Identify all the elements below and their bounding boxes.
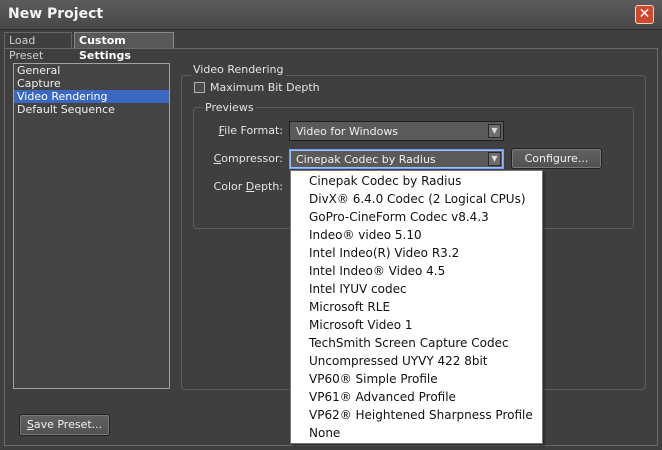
tab-load-preset[interactable]: Load Preset (4, 32, 72, 62)
sidebar-item-general[interactable]: General (14, 64, 169, 77)
compressor-value: Cinepak Codec by Radius (296, 153, 436, 166)
compressor-select[interactable]: Cinepak Codec by Radius ▼ (289, 149, 504, 169)
compressor-option[interactable]: Uncompressed UYVY 422 8bit (309, 352, 487, 370)
compressor-option[interactable]: VP60® Simple Profile (309, 370, 438, 388)
compressor-option[interactable]: Intel Indeo(R) Video R3.2 (309, 244, 459, 262)
compressor-option[interactable]: VP62® Heightened Sharpness Profile (309, 406, 533, 424)
sidebar-item-capture[interactable]: Capture (14, 77, 169, 90)
chevron-down-icon: ▼ (488, 124, 501, 138)
sidebar-item-video-rendering[interactable]: Video Rendering (14, 90, 169, 103)
compressor-option[interactable]: DivX® 6.4.0 Codec (2 Logical CPUs) (309, 190, 526, 208)
compressor-dropdown-list[interactable]: Cinepak Codec by Radius DivX® 6.4.0 Code… (290, 170, 543, 444)
color-depth-label: Color Depth: (213, 180, 283, 193)
chevron-down-icon: ▼ (488, 152, 501, 166)
compressor-option[interactable]: Cinepak Codec by Radius (309, 172, 461, 190)
save-preset-button[interactable]: Save Preset... (19, 414, 110, 436)
video-rendering-title: Video Rendering (191, 63, 286, 76)
compressor-option[interactable]: Microsoft RLE (309, 298, 390, 316)
close-button[interactable]: ✕ (635, 5, 654, 24)
compressor-option[interactable]: VP61® Advanced Profile (309, 388, 456, 406)
file-format-select[interactable]: Video for Windows ▼ (289, 121, 504, 141)
tab-custom-settings[interactable]: Custom Settings (74, 32, 174, 62)
compressor-option[interactable]: GoPro-CineForm Codec v8.4.3 (309, 208, 489, 226)
max-bit-depth-label: Maximum Bit Depth (210, 81, 320, 94)
configure-button[interactable]: Configure... (511, 148, 602, 169)
window-title: New Project (8, 6, 104, 22)
file-format-label: File Format: (218, 124, 283, 137)
settings-category-list[interactable]: General Capture Video Rendering Default … (13, 63, 170, 389)
title-bar: New Project ✕ (0, 0, 662, 30)
sidebar-item-default-sequence[interactable]: Default Sequence (14, 103, 169, 116)
file-format-value: Video for Windows (296, 125, 399, 138)
compressor-label: Compressor: (213, 152, 283, 165)
compressor-option[interactable]: Intel Indeo® Video 4.5 (309, 262, 445, 280)
compressor-option[interactable]: Intel IYUV codec (309, 280, 407, 298)
max-bit-depth-checkbox[interactable] (194, 82, 205, 93)
compressor-option[interactable]: Indeo® video 5.10 (309, 226, 422, 244)
previews-title: Previews (203, 101, 256, 114)
compressor-option[interactable]: Microsoft Video 1 (309, 316, 413, 334)
close-icon: ✕ (638, 6, 651, 22)
compressor-option[interactable]: TechSmith Screen Capture Codec (309, 334, 509, 352)
compressor-option[interactable]: None (309, 424, 340, 442)
